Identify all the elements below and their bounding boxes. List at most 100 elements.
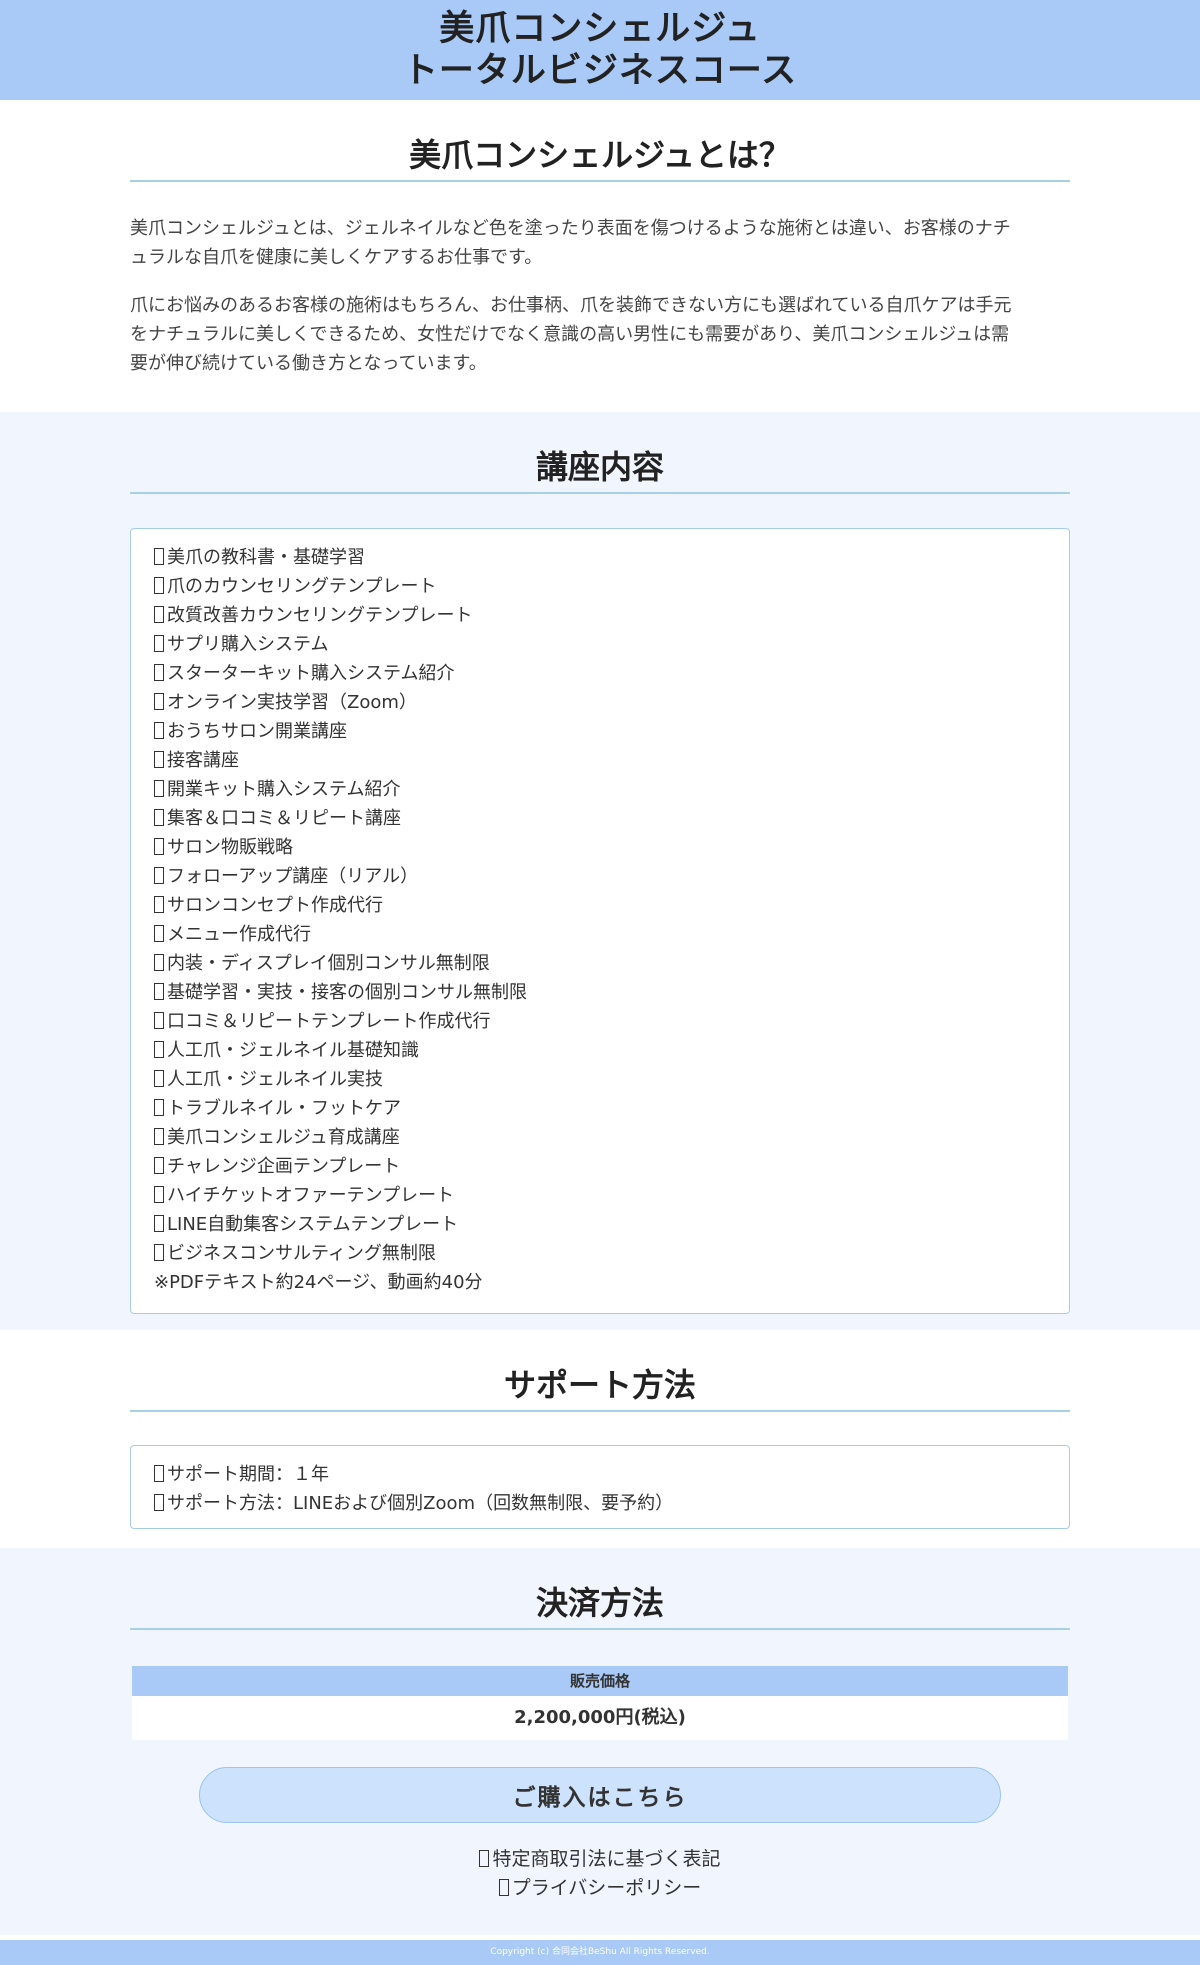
course-note: ※PDFテキスト約24ページ、動画約40分: [154, 1272, 483, 1293]
checkbox-bullet-icon: [154, 1465, 164, 1482]
course-title: 講座内容: [130, 446, 1070, 494]
checkbox-bullet-icon: [154, 606, 164, 623]
list-item-label: 改質改善カウンセリングテンプレート: [167, 605, 473, 626]
list-item-label: 爪のカウンセリングテンプレート: [167, 576, 437, 597]
support-list: サポート期間：１年 サポート方法：LINEおよび個別Zoom（回数無制限、要予約）: [154, 1460, 1046, 1518]
course-section: 講座内容 美爪の教科書・基礎学習爪のカウンセリングテンプレート改質改善カウンセリ…: [0, 412, 1200, 1330]
about-paragraph-1: 美爪コンシェルジュとは、ジェルネイルなど色を塗ったり表面を傷つけるような施術とは…: [130, 214, 1070, 272]
list-item: 接客講座: [154, 746, 1046, 775]
list-item-label: 口コミ＆リピートテンプレート作成代行: [167, 1011, 491, 1032]
list-item: サプリ購入システム: [154, 630, 1046, 659]
list-item: サロン物販戦略: [154, 833, 1046, 862]
list-item: スターターキット購入システム紹介: [154, 659, 1046, 688]
list-item: 内装・ディスプレイ個別コンサル無制限: [154, 949, 1046, 978]
list-item: サロンコンセプト作成代行: [154, 891, 1046, 920]
legal-link[interactable]: 特定商取引法に基づく表記: [0, 1845, 1200, 1874]
list-item: オンライン実技学習（Zoom）: [154, 688, 1046, 717]
support-section: サポート方法 サポート期間：１年 サポート方法：LINEおよび個別Zoom（回数無…: [0, 1330, 1200, 1548]
list-item: 集客＆口コミ＆リピート講座: [154, 804, 1046, 833]
about-p2-line2: をナチュラルに美しくできるため、女性だけでなく意識の高い男性にも需要があり、美爪…: [130, 324, 1010, 345]
list-item: 改質改善カウンセリングテンプレート: [154, 601, 1046, 630]
checkbox-bullet-icon: [154, 722, 164, 739]
list-item-label: サロンコンセプト作成代行: [167, 895, 383, 916]
checkbox-bullet-icon: [154, 867, 164, 884]
support-box: サポート期間：１年 サポート方法：LINEおよび個別Zoom（回数無制限、要予約）: [130, 1445, 1070, 1529]
list-item: フォローアップ講座（リアル）: [154, 862, 1046, 891]
list-item: メニュー作成代行: [154, 920, 1046, 949]
privacy-link-label: プライバシーポリシー: [511, 1877, 702, 1899]
list-item: おうちサロン開業講座: [154, 717, 1046, 746]
footer-copyright: Copyright (c) 合同会社BeShu All Rights Reser…: [0, 1940, 1200, 1965]
list-item: トラブルネイル・フットケア: [154, 1094, 1046, 1123]
checkbox-bullet-icon: [154, 1041, 164, 1058]
list-item-label: ビジネスコンサルティング無制限: [167, 1243, 436, 1264]
checkbox-bullet-icon: [154, 1215, 164, 1232]
about-p2-line1: 爪にお悩みのあるお客様の施術はもちろん、お仕事柄、爪を装飾できない方にも選ばれて…: [130, 295, 1012, 316]
course-list: 美爪の教科書・基礎学習爪のカウンセリングテンプレート改質改善カウンセリングテンプ…: [154, 543, 1046, 1268]
checkbox-bullet-icon: [154, 751, 164, 768]
payment-title: 決済方法: [130, 1582, 1070, 1630]
list-item: ハイチケットオファーテンプレート: [154, 1181, 1046, 1210]
price-label: 販売価格: [132, 1666, 1068, 1696]
page-header: 美爪コンシェルジュ トータルビジネスコース: [0, 0, 1200, 100]
checkbox-bullet-icon: [154, 1244, 164, 1261]
about-title: 美爪コンシェルジュとは？: [130, 134, 1070, 182]
list-item-label: 人工爪・ジェルネイル基礎知識: [167, 1040, 419, 1061]
link-bullet-icon: [498, 1879, 509, 1896]
checkbox-bullet-icon: [154, 577, 164, 594]
list-item: 美爪コンシェルジュ育成講座: [154, 1123, 1046, 1152]
list-item-label: オンライン実技学習（Zoom）: [167, 692, 417, 713]
about-section: 美爪コンシェルジュとは？ 美爪コンシェルジュとは、ジェルネイルなど色を塗ったり表…: [0, 100, 1200, 412]
list-item-label: ハイチケットオファーテンプレート: [167, 1185, 455, 1206]
price-table: 販売価格 2,200,000円(税込): [132, 1666, 1068, 1740]
list-item-label: 内装・ディスプレイ個別コンサル無制限: [167, 953, 490, 974]
list-item: ビジネスコンサルティング無制限: [154, 1239, 1046, 1268]
list-item-label: スターターキット購入システム紹介: [167, 663, 455, 684]
buy-button[interactable]: ご購入はこちら: [199, 1767, 1001, 1823]
checkbox-bullet-icon: [154, 1012, 164, 1029]
privacy-link[interactable]: プライバシーポリシー: [0, 1874, 1200, 1903]
page-title-line1: 美爪コンシェルジュ: [439, 9, 761, 49]
list-item: 口コミ＆リピートテンプレート作成代行: [154, 1007, 1046, 1036]
checkbox-bullet-icon: [154, 983, 164, 1000]
list-item-label: LINE自動集客システムテンプレート: [167, 1214, 459, 1235]
about-paragraph-2: 爪にお悩みのあるお客様の施術はもちろん、お仕事柄、爪を装飾できない方にも選ばれて…: [130, 291, 1070, 378]
checkbox-bullet-icon: [154, 896, 164, 913]
list-item-label: 美爪の教科書・基礎学習: [167, 547, 365, 568]
list-item-label: 集客＆口コミ＆リピート講座: [167, 808, 401, 829]
checkbox-bullet-icon: [154, 838, 164, 855]
checkbox-bullet-icon: [154, 1070, 164, 1087]
support-title: サポート方法: [130, 1364, 1070, 1412]
checkbox-bullet-icon: [154, 693, 164, 710]
checkbox-bullet-icon: [154, 1494, 164, 1511]
list-item: チャレンジ企画テンプレート: [154, 1152, 1046, 1181]
list-item-label: おうちサロン開業講座: [167, 721, 347, 742]
legal-link-label: 特定商取引法に基づく表記: [492, 1848, 721, 1870]
list-item-label: 接客講座: [167, 750, 239, 771]
checkbox-bullet-icon: [154, 809, 164, 826]
checkbox-bullet-icon: [154, 780, 164, 797]
list-item-label: フォローアップ講座（リアル）: [167, 866, 419, 887]
list-item-label: サロン物販戦略: [167, 837, 293, 858]
checkbox-bullet-icon: [154, 1099, 164, 1116]
list-item-label: 美爪コンシェルジュ育成講座: [167, 1127, 400, 1148]
list-item: 基礎学習・実技・接客の個別コンサル無制限: [154, 978, 1046, 1007]
list-item-label: サプリ購入システム: [167, 634, 329, 655]
list-item: サポート期間：１年: [154, 1460, 1046, 1489]
about-p2-line3: 要が伸び続けている働き方となっています。: [130, 353, 487, 374]
checkbox-bullet-icon: [154, 925, 164, 942]
checkbox-bullet-icon: [154, 548, 164, 565]
course-list-box: 美爪の教科書・基礎学習爪のカウンセリングテンプレート改質改善カウンセリングテンプ…: [130, 528, 1070, 1314]
checkbox-bullet-icon: [154, 1157, 164, 1174]
list-item-label: トラブルネイル・フットケア: [167, 1098, 401, 1119]
list-item: 美爪の教科書・基礎学習: [154, 543, 1046, 572]
price-value: 2,200,000円(税込): [132, 1696, 1068, 1740]
checkbox-bullet-icon: [154, 1186, 164, 1203]
list-item-label: メニュー作成代行: [167, 924, 311, 945]
list-item: 開業キット購入システム紹介: [154, 775, 1046, 804]
checkbox-bullet-icon: [154, 635, 164, 652]
list-item-label: 開業キット購入システム紹介: [167, 779, 401, 800]
list-item: LINE自動集客システムテンプレート: [154, 1210, 1046, 1239]
list-item: 人工爪・ジェルネイル基礎知識: [154, 1036, 1046, 1065]
link-bullet-icon: [479, 1850, 490, 1867]
